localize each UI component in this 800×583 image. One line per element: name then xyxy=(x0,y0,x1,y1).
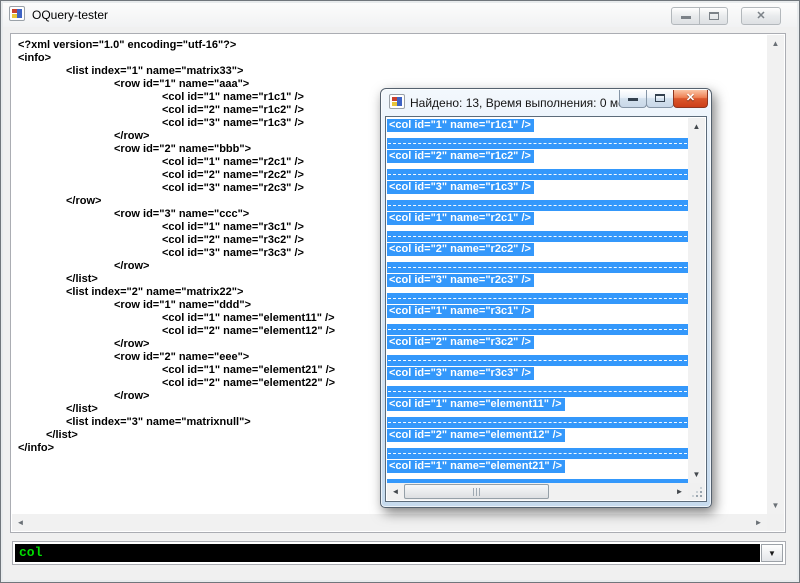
result-item-text: <col id="2" name="element12" /> xyxy=(387,429,565,442)
result-item[interactable]: <col id="2" name="r2c2" /> xyxy=(387,243,688,273)
result-item[interactable]: <col id="2" name="element12" /> xyxy=(387,429,688,459)
minimize-icon xyxy=(681,16,691,19)
result-item[interactable]: <col id="3" name="r2c3" /> xyxy=(387,274,688,304)
dialog-client-area: <col id="1" name="r1c1" /> <col id="2" na… xyxy=(385,116,707,502)
xml-scrollbar-corner xyxy=(767,514,784,531)
maximize-button[interactable] xyxy=(699,7,728,25)
results-vertical-scrollbar[interactable]: ▲ ▼ xyxy=(688,118,705,483)
result-item-text: <col id="3" name="r1c3" /> xyxy=(387,181,534,194)
results-scroll-right-icon[interactable]: ► xyxy=(671,483,688,500)
dialog-minimize-icon xyxy=(628,98,638,101)
result-item-text: <col id="1" name="element11" /> xyxy=(387,398,565,411)
minimize-button[interactable] xyxy=(671,7,700,25)
dialog-icon-yellow-square xyxy=(392,102,397,106)
item-separator-band xyxy=(387,448,688,459)
dialog-icon-blue-square xyxy=(397,97,402,106)
results-scrollbar-corner xyxy=(688,483,705,500)
result-item[interactable]: <col id="1" name="element11" /> xyxy=(387,398,688,428)
xml-vertical-scrollbar[interactable]: ▲ ▼ xyxy=(767,35,784,514)
dialog-title: Найдено: 13, Время выполнения: 0 мс xyxy=(410,96,624,110)
close-icon: ✕ xyxy=(742,8,780,24)
result-item[interactable]: <col id="3" name="r3c3" /> xyxy=(387,367,688,397)
dialog-close-button[interactable]: ✕ xyxy=(673,90,708,108)
close-button[interactable]: ✕ xyxy=(741,7,781,25)
item-separator-band xyxy=(387,231,688,242)
xml-line: <list index="1" name="matrix33"> xyxy=(18,65,767,78)
item-separator-band xyxy=(387,293,688,304)
result-item-text: <col id="2" name="r3c2" /> xyxy=(387,336,534,349)
xml-scroll-right-icon[interactable]: ► xyxy=(750,514,767,531)
window-title: OQuery-tester xyxy=(32,8,108,22)
result-item[interactable]: <col id="1" name="r1c1" /> xyxy=(387,119,688,149)
app-icon xyxy=(9,6,25,21)
result-item-text: <col id="2" name="r2c2" /> xyxy=(387,243,534,256)
result-item-text: <col id="3" name="r3c3" /> xyxy=(387,367,534,380)
result-item-text: <col id="1" name="element21" /> xyxy=(387,460,565,473)
app-icon-blue-square xyxy=(17,9,22,18)
query-input-value: col xyxy=(19,545,42,560)
dialog-minimize-button[interactable] xyxy=(619,90,647,108)
xml-line: <?xml version="1.0" encoding="utf-16"?> xyxy=(18,39,767,52)
xml-scroll-down-icon[interactable]: ▼ xyxy=(767,497,784,514)
item-separator-band xyxy=(387,355,688,366)
maximize-icon xyxy=(709,12,719,20)
item-separator-band xyxy=(387,386,688,397)
result-item-text: <col id="1" name="r1c1" /> xyxy=(387,119,534,132)
result-item[interactable]: <col id="1" name="r2c1" /> xyxy=(387,212,688,242)
main-titlebar[interactable]: OQuery-tester ✕ xyxy=(3,3,797,27)
xml-scroll-up-icon[interactable]: ▲ xyxy=(767,35,784,52)
xml-horizontal-scrollbar[interactable]: ◄ ► xyxy=(12,514,767,531)
app-icon-yellow-square xyxy=(12,14,17,18)
result-item[interactable]: <col id="3" name="r1c3" /> xyxy=(387,181,688,211)
dialog-maximize-button[interactable] xyxy=(646,90,674,108)
result-item[interactable]: <col id="2" name="r3c2" /> xyxy=(387,336,688,366)
item-separator-band xyxy=(387,200,688,211)
dialog-titlebar[interactable]: Найдено: 13, Время выполнения: 0 мс ✕ xyxy=(381,89,711,116)
dropdown-icon: ▼ xyxy=(768,549,776,558)
results-dialog: Найдено: 13, Время выполнения: 0 мс ✕ <c… xyxy=(380,88,712,508)
item-separator-band xyxy=(387,417,688,428)
results-list[interactable]: <col id="1" name="r1c1" /> <col id="2" na… xyxy=(387,118,688,483)
xml-scroll-left-icon[interactable]: ◄ xyxy=(12,514,29,531)
scrollbar-grip-icon xyxy=(473,488,482,496)
results-scroll-up-icon[interactable]: ▲ xyxy=(688,118,705,135)
main-window: OQuery-tester ✕ <?xml version="1.0" enco… xyxy=(0,0,800,583)
result-item-text: <col id="1" name="r2c1" /> xyxy=(387,212,534,225)
item-separator-band xyxy=(387,169,688,180)
dialog-close-icon: ✕ xyxy=(674,90,707,106)
results-horizontal-scrollbar[interactable]: ◄ ► xyxy=(387,483,688,500)
result-item-text: <col id="3" name="r2c3" /> xyxy=(387,274,534,287)
combo-dropdown-button[interactable]: ▼ xyxy=(761,544,783,562)
horizontal-scrollbar-thumb[interactable] xyxy=(404,484,549,499)
item-separator-band xyxy=(387,262,688,273)
dialog-maximize-icon xyxy=(655,94,665,102)
result-item[interactable]: <col id="1" name="element21" /> xyxy=(387,460,688,483)
item-separator-band xyxy=(387,138,688,149)
results-scroll-left-icon[interactable]: ◄ xyxy=(387,483,404,500)
result-item-text: <col id="2" name="r1c2" /> xyxy=(387,150,534,163)
resize-grip-icon[interactable] xyxy=(700,495,702,497)
dialog-icon xyxy=(389,94,405,109)
result-item-text: <col id="1" name="r3c1" /> xyxy=(387,305,534,318)
query-combobox[interactable]: col ▼ xyxy=(12,541,786,565)
result-item[interactable]: <col id="1" name="r3c1" /> xyxy=(387,305,688,335)
item-separator-band xyxy=(387,324,688,335)
result-item[interactable]: <col id="2" name="r1c2" /> xyxy=(387,150,688,180)
query-input[interactable]: col xyxy=(15,544,760,562)
results-scroll-down-icon[interactable]: ▼ xyxy=(688,466,705,483)
xml-line: <info> xyxy=(18,52,767,65)
